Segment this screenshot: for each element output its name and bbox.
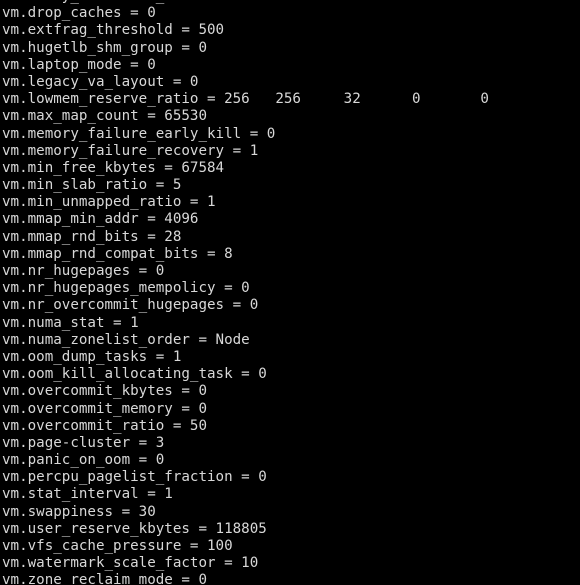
terminal-line: vm.percpu_pagelist_fraction = 0 bbox=[2, 469, 267, 486]
terminal-line: vm.laptop_mode = 0 bbox=[2, 56, 156, 73]
terminal-line: vm.oom_dump_tasks = 1 bbox=[2, 348, 182, 365]
terminal-line: vm.page-cluster = 3 bbox=[2, 434, 165, 451]
terminal-line: vm.zone_reclaim_mode = 0 bbox=[2, 572, 207, 585]
terminal-line: vm.nr_hugepages_mempolicy = 0 bbox=[2, 280, 250, 297]
terminal-line: vm.hugetlb_shm_group = 0 bbox=[2, 39, 207, 56]
terminal-line: vm.memory_failure_early_kill = 0 bbox=[2, 125, 276, 142]
terminal-line: vm.swappiness = 30 bbox=[2, 503, 156, 520]
terminal-line: vm.overcommit_memory = 0 bbox=[2, 400, 207, 417]
terminal-line: vm.min_free_kbytes = 67584 bbox=[2, 159, 225, 176]
terminal-line: vm.overcommit_ratio = 50 bbox=[2, 417, 207, 434]
terminal-line: vm.min_unmapped_ratio = 1 bbox=[2, 194, 216, 211]
terminal-line: vm.user_reserve_kbytes = 118805 bbox=[2, 520, 267, 537]
terminal-line: vm.stat_interval = 1 bbox=[2, 486, 173, 503]
terminal-line: vm.min_slab_ratio = 5 bbox=[2, 177, 182, 194]
terminal-line: vm.lowmem_reserve_ratio = 256 256 32 0 0 bbox=[2, 91, 489, 108]
terminal-line: vm.numa_stat = 1 bbox=[2, 314, 139, 331]
terminal-screen-buffer: vm.dirty_writeback_centisecs = 500vm.dro… bbox=[2, 0, 580, 585]
terminal-window[interactable]: vm.dirty_writeback_centisecs = 500vm.dro… bbox=[0, 0, 580, 585]
terminal-line: vm.memory_failure_recovery = 1 bbox=[2, 142, 259, 159]
terminal-line: vm.watermark_scale_factor = 10 bbox=[2, 555, 259, 572]
terminal-line: vm.panic_on_oom = 0 bbox=[2, 452, 165, 469]
terminal-line: vm.nr_hugepages = 0 bbox=[2, 263, 165, 279]
terminal-line: vm.mmap_rnd_compat_bits = 8 bbox=[2, 245, 233, 262]
terminal-line: vm.mmap_rnd_bits = 28 bbox=[2, 228, 182, 245]
terminal-line: vm.extfrag_threshold = 500 bbox=[2, 22, 225, 39]
terminal-line: vm.numa_zonelist_order = Node bbox=[2, 331, 250, 348]
terminal-line: vm.nr_overcommit_hugepages = 0 bbox=[2, 297, 259, 314]
terminal-line: vm.mmap_min_addr = 4096 bbox=[2, 211, 199, 228]
terminal-line: vm.drop_caches = 0 bbox=[2, 5, 156, 22]
terminal-line: vm.oom_kill_allocating_task = 0 bbox=[2, 366, 267, 383]
terminal-line: vm.overcommit_kbytes = 0 bbox=[2, 383, 207, 400]
terminal-line: vm.legacy_va_layout = 0 bbox=[2, 73, 199, 90]
terminal-line: vm.vfs_cache_pressure = 100 bbox=[2, 538, 233, 554]
terminal-line: vm.max_map_count = 65530 bbox=[2, 108, 207, 125]
